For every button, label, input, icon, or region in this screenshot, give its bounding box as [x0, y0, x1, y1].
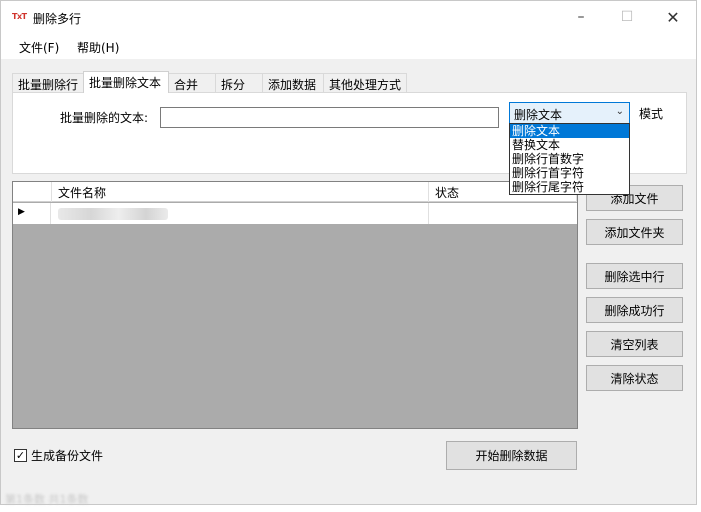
chevron-down-icon: ⌄: [615, 106, 624, 117]
backup-checkbox[interactable]: ✓: [14, 449, 27, 462]
tab-split[interactable]: 拆分: [215, 73, 263, 93]
column-header-filename[interactable]: 文件名称: [52, 182, 429, 202]
mode-option-delete-leading-chars[interactable]: 删除行首字符: [510, 166, 629, 180]
mode-option-delete-trailing-chars[interactable]: 删除行尾字符: [510, 180, 629, 194]
clear-status-button[interactable]: 清除状态: [586, 365, 683, 391]
window-title: 删除多行: [33, 12, 82, 26]
mode-dropdown-list: 删除文本 替换文本 删除行首数字 删除行首字符 删除行尾字符: [509, 123, 630, 195]
clear-list-button[interactable]: 清空列表: [586, 331, 683, 357]
close-button[interactable]: ✕: [650, 1, 696, 33]
delete-success-button[interactable]: 删除成功行: [586, 297, 683, 323]
maximize-button[interactable]: ☐: [604, 1, 650, 33]
mode-option-replace-text[interactable]: 替换文本: [510, 138, 629, 152]
checkmark-icon: ✓: [15, 449, 26, 462]
backup-option[interactable]: ✓ 生成备份文件: [14, 447, 103, 464]
delete-text-input[interactable]: [160, 107, 499, 128]
tab-merge[interactable]: 合并: [168, 73, 216, 93]
tab-batch-delete-lines[interactable]: 批量删除行: [12, 73, 84, 93]
status-bar-text: 第1条数 共1条数: [5, 493, 89, 506]
tab-other-methods[interactable]: 其他处理方式: [323, 73, 407, 93]
main-window: TxT 删除多行 – ☐ ✕ 文件(F) 帮助(H) 批量删除行 批量删除文本 …: [0, 0, 697, 506]
mode-option-delete-text[interactable]: 删除文本: [510, 124, 629, 138]
file-grid[interactable]: 文件名称 状态 ▶: [12, 181, 578, 429]
tab-batch-delete-text[interactable]: 批量删除文本: [83, 71, 169, 93]
table-row[interactable]: ▶: [13, 203, 577, 224]
triangle-right-icon: ▶: [18, 207, 25, 217]
delete-selected-button[interactable]: 删除选中行: [586, 263, 683, 289]
grid-corner: [13, 182, 52, 202]
mode-select[interactable]: 删除文本 ⌄: [509, 102, 630, 124]
app-icon: TxT: [12, 12, 27, 21]
grid-header: 文件名称 状态: [13, 182, 577, 202]
menu-bar: 文件(F) 帮助(H): [1, 33, 696, 59]
delete-text-label: 批量删除的文本:: [60, 111, 149, 125]
mode-select-value: 删除文本: [514, 108, 563, 122]
row-header[interactable]: ▶: [13, 203, 51, 224]
cell-divider: [428, 203, 429, 224]
menu-file[interactable]: 文件(F): [19, 39, 59, 56]
menu-help[interactable]: 帮助(H): [77, 39, 119, 56]
title-bar: TxT 删除多行 – ☐ ✕: [1, 1, 696, 33]
add-folder-button[interactable]: 添加文件夹: [586, 219, 683, 245]
mode-option-delete-leading-digits[interactable]: 删除行首数字: [510, 152, 629, 166]
filename-cell-obscured[interactable]: [58, 208, 168, 220]
mode-label: 模式: [639, 107, 664, 121]
minimize-button[interactable]: –: [558, 1, 604, 33]
start-delete-button[interactable]: 开始删除数据: [446, 441, 577, 470]
tab-add-data[interactable]: 添加数据: [262, 73, 324, 93]
backup-label: 生成备份文件: [31, 449, 104, 463]
